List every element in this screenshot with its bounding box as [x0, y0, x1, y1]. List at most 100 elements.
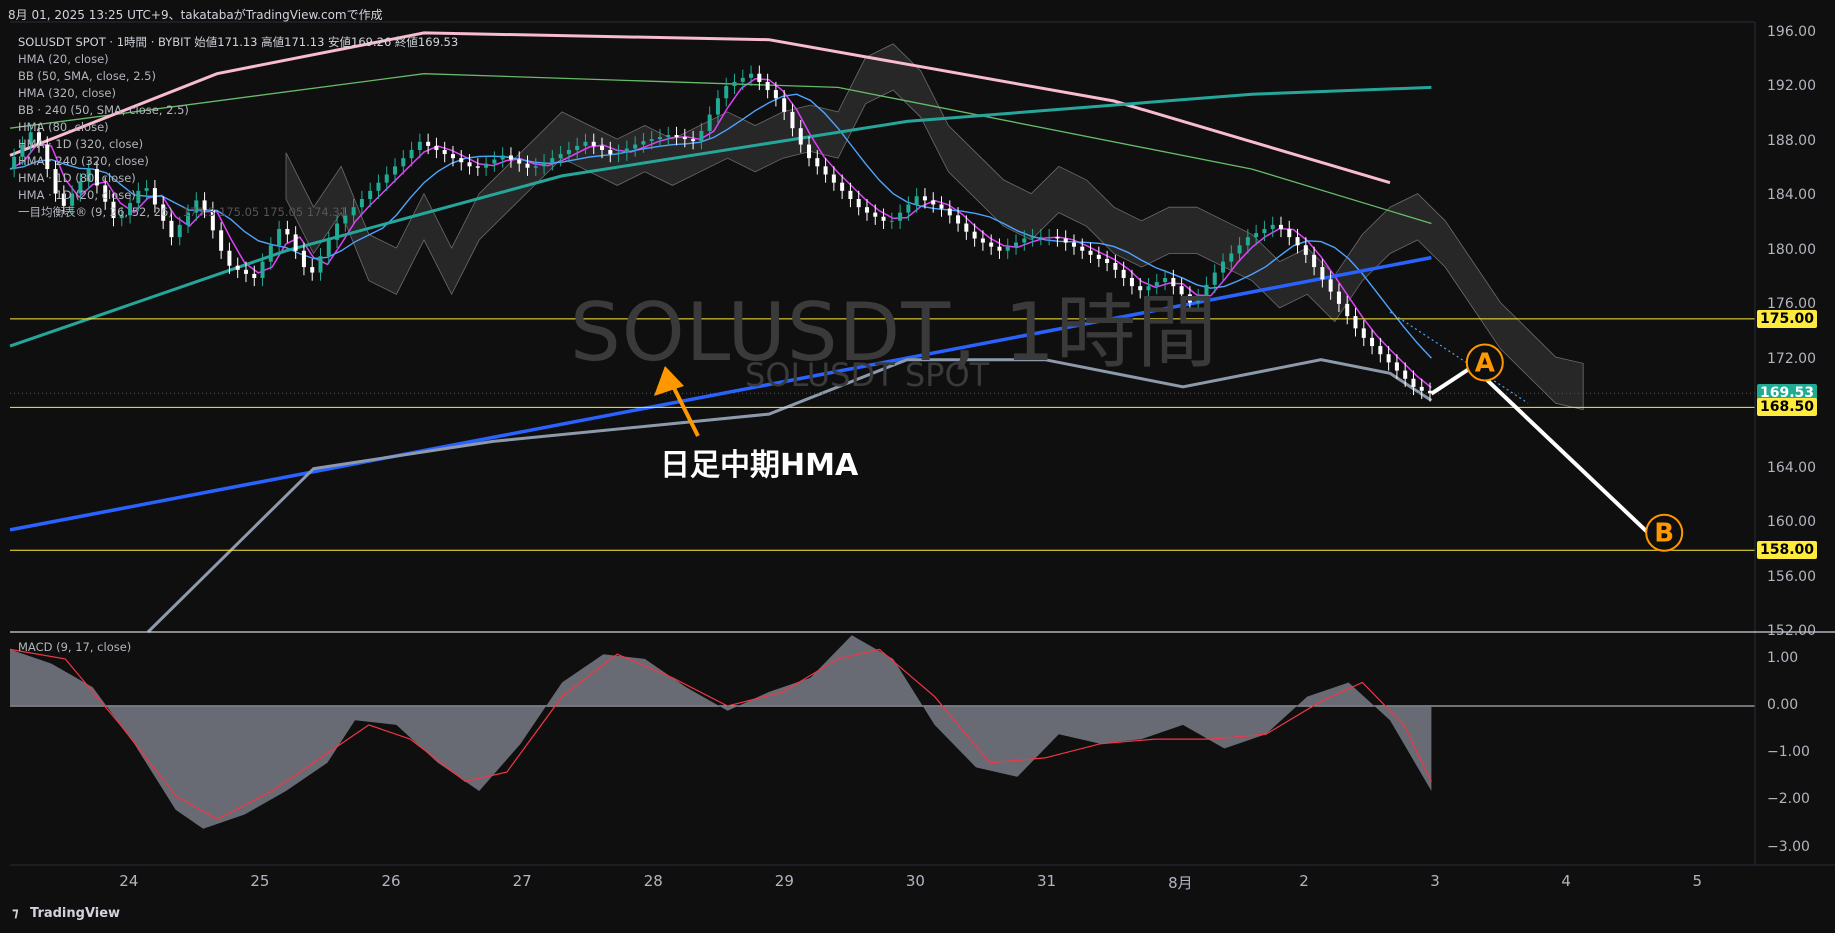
- price-tick-label: 184.00: [1767, 187, 1816, 204]
- candle-body: [823, 166, 828, 175]
- candle-body: [633, 144, 638, 149]
- candle-body: [558, 154, 563, 159]
- point-b-marker: B: [1654, 519, 1674, 549]
- candle-body: [972, 231, 977, 239]
- legend-item-hma1d-320[interactable]: HMA · 1D (320, close): [18, 136, 458, 153]
- candle-body: [997, 246, 1002, 251]
- time-tick-label: 30: [905, 872, 925, 890]
- candle-body: [1336, 291, 1341, 304]
- tradingview-logo-text: TradingView: [30, 906, 121, 921]
- candle-body: [881, 216, 886, 221]
- candle-body: [533, 166, 538, 168]
- candle-body: [1270, 224, 1275, 229]
- candle-body: [765, 81, 770, 91]
- macd-tick-label: −2.00: [1767, 791, 1810, 808]
- time-tick-label: 24: [119, 872, 139, 890]
- candle-body: [335, 223, 340, 240]
- candle-body: [1278, 224, 1283, 229]
- candle-body: [285, 228, 290, 235]
- price-tick-label: 196.00: [1767, 23, 1816, 40]
- candle-body: [219, 230, 224, 251]
- candle-body: [1345, 303, 1350, 317]
- candle-body: [1080, 246, 1085, 251]
- candle-body: [616, 152, 621, 155]
- candle-body: [749, 73, 754, 78]
- legend-item-bb50[interactable]: BB (50, SMA, close, 2.5): [18, 68, 458, 85]
- chart-header-text: 8月 01, 2025 13:25 UTC+9、takatabaがTrading…: [8, 8, 383, 22]
- tradingview-logo[interactable]: ⁊ TradingView: [12, 906, 120, 921]
- candle-body: [260, 261, 265, 278]
- candle-body: [641, 141, 646, 145]
- candle-body: [724, 85, 729, 99]
- legend-item-hma1d-20[interactable]: HMA · 1D (20, close): [18, 187, 458, 204]
- macd-tick-label: 0.00: [1767, 697, 1799, 714]
- tradingview-logo-icon: ⁊: [12, 906, 19, 921]
- price-tick-label: 160.00: [1767, 514, 1816, 531]
- point-a-marker: A: [1475, 348, 1495, 378]
- candle-body: [600, 145, 605, 150]
- time-tick-label: 8月: [1168, 874, 1193, 892]
- candle-body: [1328, 279, 1333, 292]
- time-tick-label: 31: [1037, 872, 1057, 890]
- candle-body: [782, 98, 787, 112]
- legend-ohlc: 始値171.13 高値171.13 安値169.26 終値169.53: [194, 35, 459, 49]
- candle-body: [492, 159, 497, 164]
- candle-body: [798, 128, 803, 145]
- candle-body: [268, 245, 273, 262]
- candle-body: [947, 208, 952, 216]
- candle-body: [484, 163, 489, 168]
- legend-item-hma320[interactable]: HMA (320, close): [18, 85, 458, 102]
- candle-body: [856, 199, 861, 208]
- candle-body: [624, 148, 629, 153]
- candle-body: [989, 242, 994, 247]
- legend-item-bb240[interactable]: BB · 240 (50, SMA, close, 2.5): [18, 102, 458, 119]
- legend-item-hma240-320[interactable]: HMA · 240 (320, close): [18, 153, 458, 170]
- candle-body: [740, 77, 745, 82]
- candle-body: [848, 190, 853, 200]
- candle-body: [707, 114, 712, 131]
- time-tick-label: 26: [381, 872, 401, 890]
- time-tick-label: 3: [1430, 872, 1440, 890]
- candle-body: [467, 162, 472, 167]
- price-tick-label: 172.00: [1767, 350, 1816, 367]
- candle-body: [1378, 346, 1383, 355]
- time-tick-label: 28: [643, 872, 663, 890]
- time-tick-label: 2: [1299, 872, 1309, 890]
- candle-body: [1096, 254, 1101, 259]
- legend-item-ichimoku[interactable]: 一目均衡表® (9, 26, 52, 26): [18, 205, 173, 219]
- candle-body: [243, 269, 248, 274]
- candle-body: [649, 139, 654, 142]
- candle-body: [169, 220, 174, 238]
- legend-symbol[interactable]: SOLUSDT SPOT · 1時間 · BYBIT: [18, 35, 191, 49]
- candle-body: [575, 145, 580, 150]
- candle-body: [757, 73, 762, 82]
- candle-body: [1320, 267, 1325, 280]
- candle-body: [1245, 237, 1250, 246]
- legend-item-hma1d-80[interactable]: HMA · 1D (80, close): [18, 170, 458, 187]
- candle-body: [715, 98, 720, 115]
- macd-legend[interactable]: MACD (9, 17, close): [18, 640, 131, 654]
- candle-body: [939, 204, 944, 209]
- candle-body: [591, 141, 596, 146]
- ichimoku-values: 173.3 175.05 175.05 174.31: [182, 205, 348, 219]
- price-tick-label: 192.00: [1767, 78, 1816, 95]
- legend-item-hma80[interactable]: HMA (80, close): [18, 119, 458, 136]
- candle-body: [1403, 370, 1408, 379]
- candle-body: [1047, 237, 1052, 239]
- candle-body: [657, 137, 662, 140]
- candle-body: [1370, 337, 1375, 347]
- candle-body: [177, 224, 182, 238]
- candle-body: [914, 196, 919, 205]
- candle-body: [293, 234, 298, 251]
- candle-body: [1014, 242, 1019, 247]
- legend-item-hma20[interactable]: HMA (20, close): [18, 51, 458, 68]
- candle-body: [1394, 362, 1399, 371]
- candle-body: [1254, 233, 1259, 238]
- candle-body: [500, 155, 505, 160]
- candle-body: [459, 158, 464, 163]
- candle-body: [608, 149, 613, 155]
- candle-body: [1038, 237, 1043, 239]
- candle-body: [1312, 254, 1317, 268]
- macd-tick-label: −1.00: [1767, 744, 1810, 761]
- candle-body: [1030, 237, 1035, 239]
